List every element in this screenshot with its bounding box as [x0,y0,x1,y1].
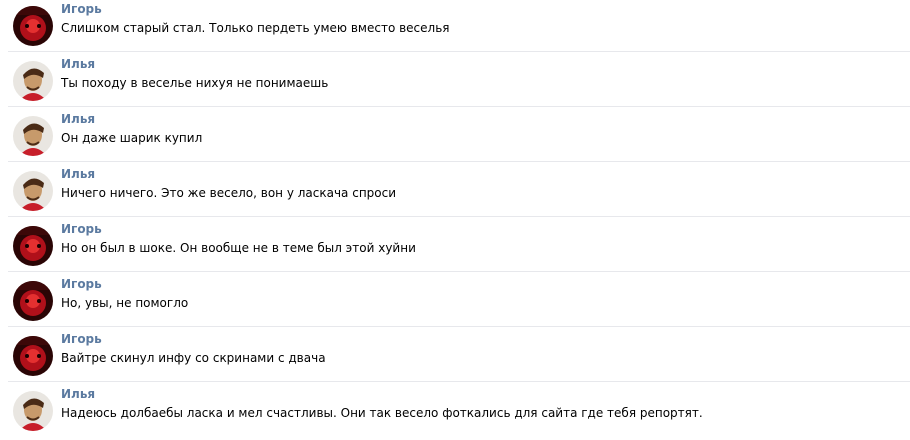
author-name[interactable]: Игорь [61,277,102,291]
message-row: Игорь Но, увы, не помогло [0,275,910,330]
avatar-ilya[interactable] [13,116,53,156]
avatar-igor[interactable] [13,281,53,321]
avatar-ilya[interactable] [13,171,53,211]
message-text: Он даже шарик купил [61,131,203,145]
message-row: Игорь Но он был в шоке. Он вообще не в т… [0,220,910,275]
message-row: Игорь Вайтре скинул инфу со скринами с д… [0,330,910,385]
message-text: Ничего ничего. Это же весело, вон у ласк… [61,186,397,200]
author-name[interactable]: Игорь [61,222,102,236]
avatar-ilya[interactable] [13,61,53,101]
message-text: Но он был в шоке. Он вообще не в теме бы… [61,241,416,255]
message-divider [8,51,910,52]
message-text: Надеюсь долбаебы ласка и мел счастливы. … [61,406,703,420]
message-text: Но, увы, не помогло [61,296,189,310]
message-row: Илья Ты походу в веселье нихуя не понима… [0,55,910,110]
author-name[interactable]: Игорь [61,332,102,346]
author-name[interactable]: Илья [61,57,95,71]
author-name[interactable]: Игорь [61,2,102,16]
message-divider [8,106,910,107]
author-name[interactable]: Илья [61,167,95,181]
avatar-igor[interactable] [13,336,53,376]
message-row: Илья Надеюсь долбаебы ласка и мел счастл… [0,385,910,440]
message-text: Слишком старый стал. Только пердеть умею… [61,21,450,35]
author-name[interactable]: Илья [61,387,95,401]
message-row: Игорь Слишком старый стал. Только пердет… [0,0,910,55]
chat-history: Игорь Слишком старый стал. Только пердет… [0,0,910,433]
message-divider [8,326,910,327]
message-text: Ты походу в веселье нихуя не понимаешь [61,76,329,90]
avatar-igor[interactable] [13,6,53,46]
message-text: Вайтре скинул инфу со скринами с двача [61,351,326,365]
avatar-igor[interactable] [13,226,53,266]
author-name[interactable]: Илья [61,112,95,126]
avatar-ilya[interactable] [13,391,53,431]
message-divider [8,271,910,272]
message-divider [8,216,910,217]
message-row: Илья Он даже шарик купил [0,110,910,165]
message-row: Илья Ничего ничего. Это же весело, вон у… [0,165,910,220]
message-divider [8,381,910,382]
message-divider [8,161,910,162]
